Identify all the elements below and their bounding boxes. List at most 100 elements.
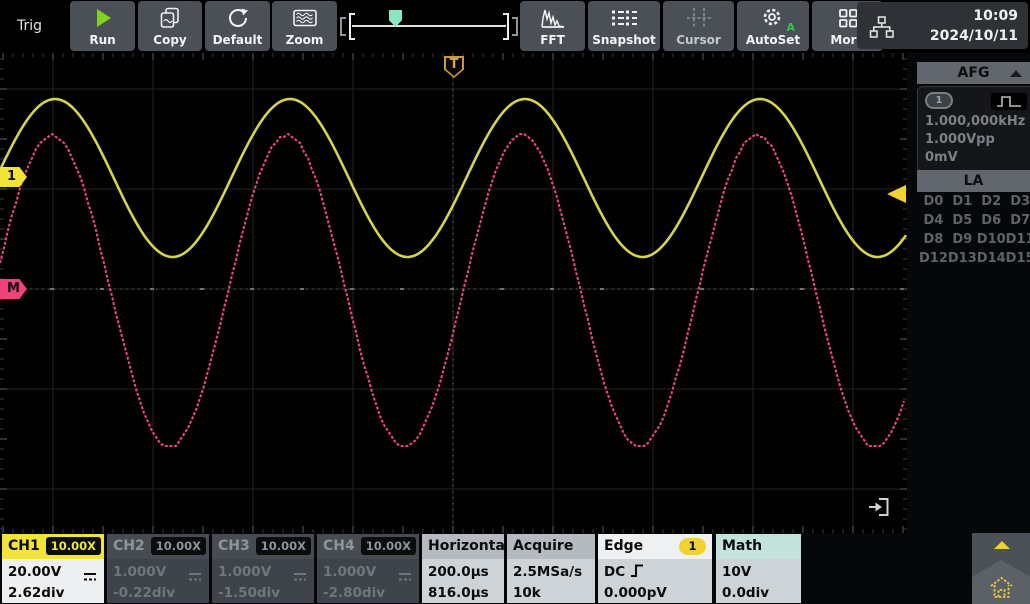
la-channel[interactable]: D6 <box>981 213 1001 228</box>
copy-button-label: Copy <box>138 33 202 47</box>
default-reset-icon <box>205 4 270 31</box>
ch3-panel[interactable]: CH3 10.00X 1.000V -1.50div <box>212 534 314 603</box>
afg-title: AFG <box>958 65 990 81</box>
la-channel[interactable]: D11 <box>1006 232 1030 247</box>
ch4-position: -2.80div <box>323 585 385 601</box>
fft-button[interactable]: FFT <box>520 1 585 51</box>
corner-menu-panel[interactable] <box>972 533 1030 604</box>
math-position: 0.0div <box>722 585 769 601</box>
fft-spectrum-icon <box>520 4 585 31</box>
math-marker-label: M <box>7 281 20 296</box>
ch2-name: CH2 <box>113 538 145 554</box>
ch4-scale: 1.000V <box>323 564 376 580</box>
la-panel-header[interactable]: LA <box>917 170 1030 192</box>
copy-button[interactable]: Copy <box>138 1 202 51</box>
snapshot-list-icon <box>588 4 660 31</box>
ch1-panel[interactable]: CH1 10.00X 20.00V 2.62div <box>2 534 104 603</box>
trigger-position-slider[interactable] <box>340 7 518 45</box>
rising-edge-icon <box>630 563 644 585</box>
waveform-display[interactable]: T 1 M <box>0 53 907 533</box>
clock-network-tile[interactable]: 10:09 2024/10/11 <box>857 2 1028 49</box>
math-scale: 10V <box>722 564 751 580</box>
ch1-marker-label: 1 <box>7 169 16 184</box>
ch3-probe-badge: 10.00X <box>256 537 311 555</box>
la-channel[interactable]: D4 <box>924 213 944 228</box>
snapshot-button[interactable]: Snapshot <box>588 1 660 51</box>
ch3-scale: 1.000V <box>218 564 271 580</box>
afg-collapse-icon[interactable] <box>1010 70 1022 77</box>
snapshot-button-label: Snapshot <box>588 33 660 47</box>
default-button-label: Default <box>205 33 270 47</box>
trigger-edge-panel[interactable]: Edge 1 DC 0.000pV <box>598 534 712 603</box>
horizontal-panel[interactable]: Horizontal 200.0µs 816.0µs <box>422 534 504 603</box>
collapse-up-icon[interactable] <box>994 541 1010 549</box>
acquire-panel[interactable]: Acquire 2.5MSa/s 10k <box>507 534 595 603</box>
la-channel[interactable]: D9 <box>952 232 972 247</box>
ch4-panel[interactable]: CH4 10.00X 1.000V -2.80div <box>317 534 419 603</box>
pulse-wave-icon <box>991 93 1027 110</box>
slider-left-outer-bracket <box>340 17 346 36</box>
la-channel[interactable]: D13 <box>948 251 977 266</box>
clock-time: 10:09 <box>930 6 1018 26</box>
ch2-probe-badge: 10.00X <box>151 537 206 555</box>
default-button[interactable]: Default <box>205 1 270 51</box>
afg-offset: 0mV <box>925 150 1030 165</box>
right-sidebar: AFG 1 1.000,000kHz 1.000Vpp 0mV LA D0 D1… <box>907 53 1030 533</box>
la-channel[interactable]: D14 <box>977 251 1006 266</box>
la-channel[interactable]: D8 <box>924 232 944 247</box>
afg-frequency: 1.000,000kHz <box>925 114 1030 129</box>
zoom-button[interactable]: Zoom <box>272 1 337 51</box>
la-channel[interactable]: D5 <box>952 213 972 228</box>
ch4-probe-badge: 10.00X <box>361 537 416 555</box>
la-channel[interactable]: D3 <box>1010 194 1030 209</box>
la-channel[interactable]: D2 <box>981 194 1001 209</box>
run-button[interactable]: Run <box>70 1 135 51</box>
afg-panel-body[interactable]: 1 1.000,000kHz 1.000Vpp 0mV <box>917 86 1030 172</box>
autoset-button[interactable]: A AutoSet <box>737 1 809 51</box>
afg-channel-pill: 1 <box>925 92 953 109</box>
trigger-marker-letter: T <box>444 56 464 73</box>
expand-enter-icon[interactable] <box>866 494 892 524</box>
ch1-position: 2.62div <box>8 585 64 601</box>
copy-icon <box>138 4 202 31</box>
la-channel[interactable]: D15 <box>1006 251 1030 266</box>
run-play-icon <box>70 4 135 31</box>
network-lan-icon <box>869 16 894 42</box>
afg-amplitude: 1.000Vpp <box>925 132 1030 147</box>
afg-panel-header[interactable]: AFG <box>917 62 1030 84</box>
ch2-panel[interactable]: CH2 10.00X 1.000V -0.22div <box>107 534 209 603</box>
la-channel[interactable]: D12 <box>919 251 948 266</box>
ch2-position: -0.22div <box>113 585 175 601</box>
cursor-crosshair-icon <box>663 4 734 31</box>
acquire-title: Acquire <box>513 538 573 554</box>
trig-status-label: Trig <box>17 0 42 52</box>
clock-date: 2024/10/11 <box>930 26 1018 46</box>
la-channel[interactable]: D10 <box>977 232 1006 247</box>
ch3-position: -1.50div <box>218 585 280 601</box>
trigger-level: 0.000pV <box>604 585 667 601</box>
autoset-button-label: AutoSet <box>737 33 809 47</box>
cursor-button-label: Cursor <box>663 33 734 47</box>
zoom-waveform-icon <box>272 4 337 31</box>
la-digital-channels: D0 D1 D2 D3 D4 D5 D6 D7 D8 D9 D10 D11 D1… <box>919 194 1027 266</box>
la-title: LA <box>964 173 984 189</box>
trigger-coupling: DC <box>604 564 625 580</box>
horizontal-delay: 816.0µs <box>428 585 489 601</box>
slider-right-inner-bracket <box>503 13 509 40</box>
math-title: Math <box>722 538 762 554</box>
fft-button-label: FFT <box>520 33 585 47</box>
run-button-label: Run <box>70 33 135 47</box>
cursor-button[interactable]: Cursor <box>663 1 734 51</box>
home-icon[interactable] <box>988 575 1015 600</box>
slider-right-outer-bracket <box>512 17 518 36</box>
top-toolbar: Trig Run Copy Default <box>0 0 1030 52</box>
la-channel[interactable]: D1 <box>952 194 972 209</box>
la-channel[interactable]: D0 <box>924 194 944 209</box>
acquire-sample-rate: 2.5MSa/s <box>513 564 582 580</box>
la-channel[interactable]: D7 <box>1010 213 1030 228</box>
slider-track <box>352 25 506 27</box>
math-panel[interactable]: Math 10V 0.0div <box>716 534 801 603</box>
edge-title: Edge <box>604 538 643 554</box>
ch3-name: CH3 <box>218 538 250 554</box>
ch1-name: CH1 <box>8 538 40 554</box>
